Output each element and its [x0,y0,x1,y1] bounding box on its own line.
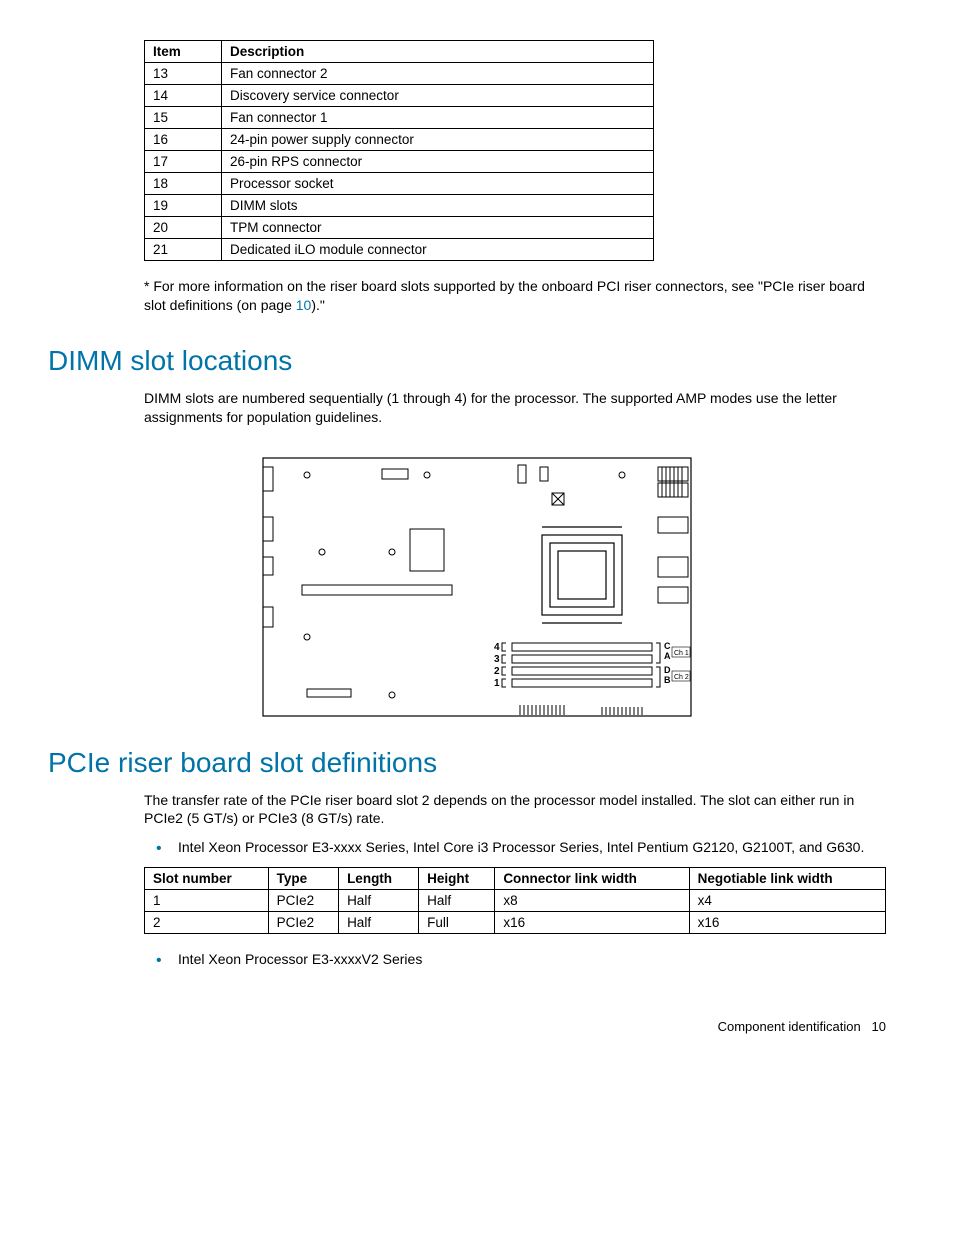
table-row: 2 PCIe2 Half Full x16 x16 [145,912,886,934]
pcie-para: The transfer rate of the PCIe riser boar… [144,791,886,829]
page-link[interactable]: 10 [296,297,312,313]
th-desc: Description [222,41,654,63]
table-row: 18Processor socket [145,173,654,195]
svg-text:Ch 1: Ch 1 [674,650,689,657]
pcie-table: Slot number Type Length Height Connector… [144,867,886,934]
components-table: Item Description 13Fan connector 2 14Dis… [144,40,654,261]
svg-text:C: C [664,641,671,651]
dimm-para: DIMM slots are numbered sequentially (1 … [144,389,886,427]
slot-num-3: 3 [494,654,500,665]
table-row: 1726-pin RPS connector [145,151,654,173]
heading-pcie: PCIe riser board slot definitions [48,747,906,779]
svg-text:D: D [664,665,671,675]
table-row: 20TPM connector [145,217,654,239]
slot-num-2: 2 [494,666,500,677]
page-footer: Component identification 10 [48,1019,906,1034]
svg-text:A: A [664,651,671,661]
svg-text:B: B [664,675,671,685]
table-row: 14Discovery service connector [145,85,654,107]
th-item: Item [145,41,222,63]
footnote-text: * For more information on the riser boar… [144,277,886,315]
slot-num-4: 4 [494,642,500,653]
motherboard-diagram: 4 3 2 1 C A D B Ch 1 Ch 2 [262,457,692,717]
table-row: 15Fan connector 1 [145,107,654,129]
svg-text:Ch 2: Ch 2 [674,674,689,681]
table-row: 19DIMM slots [145,195,654,217]
table-row: 1624-pin power supply connector [145,129,654,151]
table-row: 1 PCIe2 Half Half x8 x4 [145,890,886,912]
slot-num-1: 1 [494,678,500,689]
table-row: 21Dedicated iLO module connector [145,239,654,261]
bullet-item: Intel Xeon Processor E3-xxxx Series, Int… [144,838,886,857]
table-row: 13Fan connector 2 [145,63,654,85]
heading-dimm: DIMM slot locations [48,345,906,377]
bullet-item: Intel Xeon Processor E3-xxxxV2 Series [144,950,886,969]
